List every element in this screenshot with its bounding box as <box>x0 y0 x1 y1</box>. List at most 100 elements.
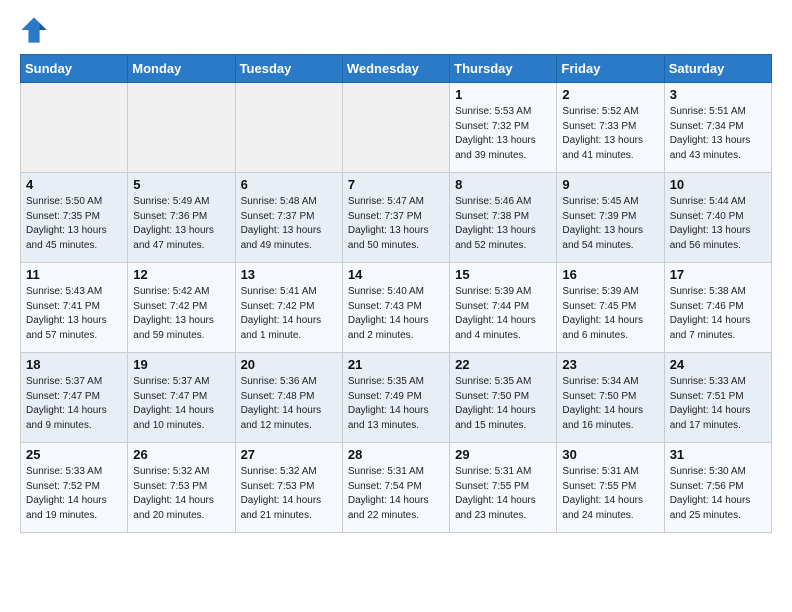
day-number: 4 <box>26 177 122 192</box>
week-row-2: 4 Sunrise: 5:50 AMSunset: 7:35 PMDaylight… <box>21 173 772 263</box>
day-cell: 30 Sunrise: 5:31 AMSunset: 7:55 PMDayligh… <box>557 443 664 533</box>
day-cell: 6 Sunrise: 5:48 AMSunset: 7:37 PMDaylight… <box>235 173 342 263</box>
day-cell: 19 Sunrise: 5:37 AMSunset: 7:47 PMDayligh… <box>128 353 235 443</box>
day-number: 9 <box>562 177 658 192</box>
day-number: 8 <box>455 177 551 192</box>
logo <box>20 16 52 44</box>
day-info: Sunrise: 5:35 AMSunset: 7:49 PMDaylight:… <box>348 375 444 433</box>
day-number: 7 <box>348 177 444 192</box>
day-info: Sunrise: 5:36 AMSunset: 7:48 PMDaylight:… <box>241 375 337 433</box>
day-number: 21 <box>348 357 444 372</box>
day-cell: 27 Sunrise: 5:32 AMSunset: 7:53 PMDayligh… <box>235 443 342 533</box>
day-info: Sunrise: 5:51 AMSunset: 7:34 PMDaylight:… <box>670 105 766 163</box>
day-number: 26 <box>133 447 229 462</box>
day-cell: 7 Sunrise: 5:47 AMSunset: 7:37 PMDaylight… <box>342 173 449 263</box>
day-cell: 21 Sunrise: 5:35 AMSunset: 7:49 PMDayligh… <box>342 353 449 443</box>
day-info: Sunrise: 5:45 AMSunset: 7:39 PMDaylight:… <box>562 195 658 253</box>
day-cell: 3 Sunrise: 5:51 AMSunset: 7:34 PMDaylight… <box>664 83 771 173</box>
day-info: Sunrise: 5:32 AMSunset: 7:53 PMDaylight:… <box>133 465 229 523</box>
day-cell: 25Sunrise: 5:33 AMSunset: 7:52 PMDayligh… <box>21 443 128 533</box>
day-info: Sunrise: 5:32 AMSunset: 7:53 PMDaylight:… <box>241 465 337 523</box>
day-number: 16 <box>562 267 658 282</box>
day-number: 28 <box>348 447 444 462</box>
day-number: 30 <box>562 447 658 462</box>
day-number: 2 <box>562 87 658 102</box>
day-cell: 11 Sunrise: 5:43 AMSunset: 7:41 PMDayligh… <box>21 263 128 353</box>
day-number: 10 <box>670 177 766 192</box>
day-cell: 9 Sunrise: 5:45 AMSunset: 7:39 PMDaylight… <box>557 173 664 263</box>
day-info: Sunrise: 5:47 AMSunset: 7:37 PMDaylight:… <box>348 195 444 253</box>
day-cell: 31Sunrise: 5:30 AMSunset: 7:56 PMDayligh… <box>664 443 771 533</box>
day-info: Sunrise: 5:31 AMSunset: 7:55 PMDaylight:… <box>455 465 551 523</box>
day-info: Sunrise: 5:35 AMSunset: 7:50 PMDaylight:… <box>455 375 551 433</box>
day-number: 5 <box>133 177 229 192</box>
day-number: 19 <box>133 357 229 372</box>
day-cell: 13 Sunrise: 5:41 AMSunset: 7:42 PMDayligh… <box>235 263 342 353</box>
day-number: 20 <box>241 357 337 372</box>
day-info: Sunrise: 5:44 AMSunset: 7:40 PMDaylight:… <box>670 195 766 253</box>
day-number: 11 <box>26 267 122 282</box>
day-cell: 20 Sunrise: 5:36 AMSunset: 7:48 PMDayligh… <box>235 353 342 443</box>
day-info: Sunrise: 5:38 AMSunset: 7:46 PMDaylight:… <box>670 285 766 343</box>
weekday-header-sunday: Sunday <box>21 55 128 83</box>
weekday-header-wednesday: Wednesday <box>342 55 449 83</box>
day-cell: 8 Sunrise: 5:46 AMSunset: 7:38 PMDaylight… <box>450 173 557 263</box>
day-cell: 16 Sunrise: 5:39 AMSunset: 7:45 PMDayligh… <box>557 263 664 353</box>
weekday-header-saturday: Saturday <box>664 55 771 83</box>
day-number: 12 <box>133 267 229 282</box>
day-cell: 18 Sunrise: 5:37 AMSunset: 7:47 PMDayligh… <box>21 353 128 443</box>
day-number: 27 <box>241 447 337 462</box>
day-number: 13 <box>241 267 337 282</box>
day-number: 15 <box>455 267 551 282</box>
calendar-table: SundayMondayTuesdayWednesdayThursdayFrid… <box>20 54 772 533</box>
day-cell: 12 Sunrise: 5:42 AMSunset: 7:42 PMDayligh… <box>128 263 235 353</box>
day-cell: 26 Sunrise: 5:32 AMSunset: 7:53 PMDayligh… <box>128 443 235 533</box>
day-cell: 10 Sunrise: 5:44 AMSunset: 7:40 PMDayligh… <box>664 173 771 263</box>
day-cell <box>21 83 128 173</box>
day-cell: 2Sunrise: 5:52 AMSunset: 7:33 PMDaylight… <box>557 83 664 173</box>
day-number: 1 <box>455 87 551 102</box>
day-info: Sunrise: 5:39 AMSunset: 7:45 PMDaylight:… <box>562 285 658 343</box>
day-cell: 1 Sunrise: 5:53 AMSunset: 7:32 PMDaylight… <box>450 83 557 173</box>
day-cell: 28 Sunrise: 5:31 AMSunset: 7:54 PMDayligh… <box>342 443 449 533</box>
day-info: Sunrise: 5:34 AMSunset: 7:50 PMDaylight:… <box>562 375 658 433</box>
day-info: Sunrise: 5:53 AMSunset: 7:32 PMDaylight:… <box>455 105 551 163</box>
day-info: Sunrise: 5:37 AMSunset: 7:47 PMDaylight:… <box>26 375 122 433</box>
day-cell: 5Sunrise: 5:49 AMSunset: 7:36 PMDaylight… <box>128 173 235 263</box>
day-info: Sunrise: 5:31 AMSunset: 7:55 PMDaylight:… <box>562 465 658 523</box>
day-info: Sunrise: 5:37 AMSunset: 7:47 PMDaylight:… <box>133 375 229 433</box>
day-cell: 24Sunrise: 5:33 AMSunset: 7:51 PMDayligh… <box>664 353 771 443</box>
day-cell: 15 Sunrise: 5:39 AMSunset: 7:44 PMDayligh… <box>450 263 557 353</box>
day-info: Sunrise: 5:48 AMSunset: 7:37 PMDaylight:… <box>241 195 337 253</box>
day-info: Sunrise: 5:46 AMSunset: 7:38 PMDaylight:… <box>455 195 551 253</box>
day-cell <box>235 83 342 173</box>
weekday-header-row: SundayMondayTuesdayWednesdayThursdayFrid… <box>21 55 772 83</box>
day-number: 29 <box>455 447 551 462</box>
weekday-header-thursday: Thursday <box>450 55 557 83</box>
day-number: 22 <box>455 357 551 372</box>
day-info: Sunrise: 5:31 AMSunset: 7:54 PMDaylight:… <box>348 465 444 523</box>
day-info: Sunrise: 5:33 AMSunset: 7:52 PMDaylight:… <box>26 465 122 523</box>
day-number: 23 <box>562 357 658 372</box>
weekday-header-tuesday: Tuesday <box>235 55 342 83</box>
day-info: Sunrise: 5:41 AMSunset: 7:42 PMDaylight:… <box>241 285 337 343</box>
day-info: Sunrise: 5:42 AMSunset: 7:42 PMDaylight:… <box>133 285 229 343</box>
page: SundayMondayTuesdayWednesdayThursdayFrid… <box>0 0 792 549</box>
week-row-5: 25Sunrise: 5:33 AMSunset: 7:52 PMDayligh… <box>21 443 772 533</box>
day-cell: 14Sunrise: 5:40 AMSunset: 7:43 PMDayligh… <box>342 263 449 353</box>
day-info: Sunrise: 5:43 AMSunset: 7:41 PMDaylight:… <box>26 285 122 343</box>
weekday-header-friday: Friday <box>557 55 664 83</box>
day-number: 31 <box>670 447 766 462</box>
day-number: 3 <box>670 87 766 102</box>
day-info: Sunrise: 5:50 AMSunset: 7:35 PMDaylight:… <box>26 195 122 253</box>
day-info: Sunrise: 5:39 AMSunset: 7:44 PMDaylight:… <box>455 285 551 343</box>
week-row-1: 1 Sunrise: 5:53 AMSunset: 7:32 PMDaylight… <box>21 83 772 173</box>
day-number: 18 <box>26 357 122 372</box>
day-number: 17 <box>670 267 766 282</box>
day-cell: 23 Sunrise: 5:34 AMSunset: 7:50 PMDayligh… <box>557 353 664 443</box>
day-cell: 29 Sunrise: 5:31 AMSunset: 7:55 PMDayligh… <box>450 443 557 533</box>
header <box>20 16 772 44</box>
day-info: Sunrise: 5:40 AMSunset: 7:43 PMDaylight:… <box>348 285 444 343</box>
day-number: 6 <box>241 177 337 192</box>
day-info: Sunrise: 5:33 AMSunset: 7:51 PMDaylight:… <box>670 375 766 433</box>
